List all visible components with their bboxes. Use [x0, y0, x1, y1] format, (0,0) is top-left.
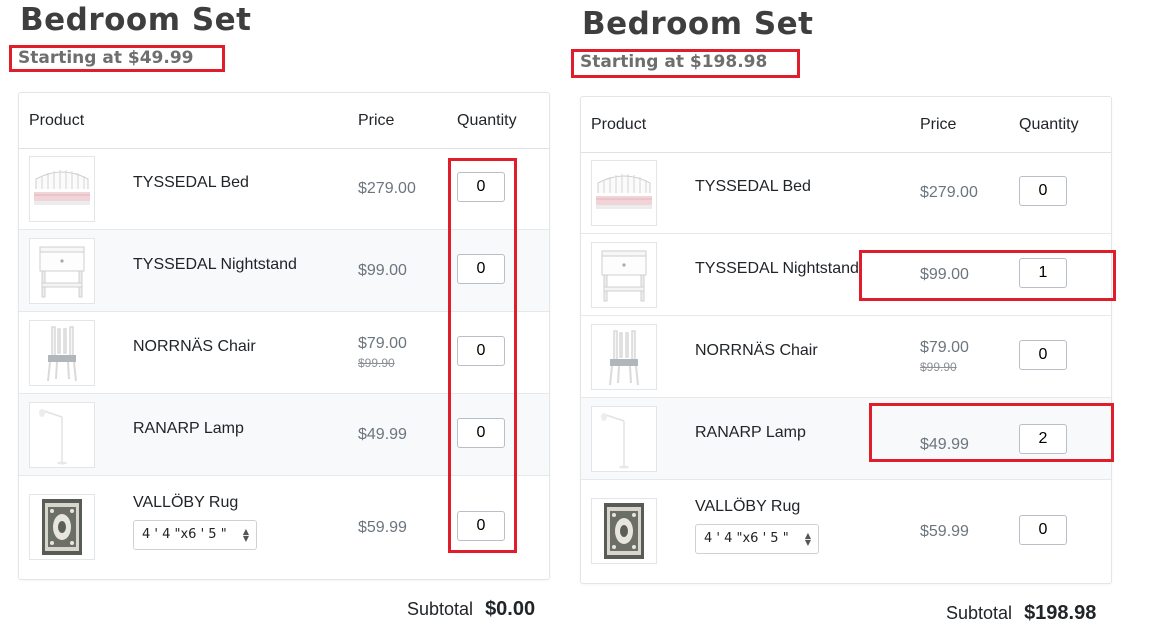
subtotal: Subtotal $198.98 [946, 602, 1096, 625]
product-price: $99.00 [358, 262, 407, 279]
product-price: $279.00 [358, 180, 416, 197]
original-price: $99.90 [920, 360, 957, 374]
product-name: TYSSEDAL Nightstand [695, 260, 859, 277]
chair-image [591, 324, 657, 390]
nightstand-image [29, 238, 95, 304]
product-table: Product Price Quantity TYSSEDAL Bed $279… [580, 96, 1112, 584]
subtotal-value: $0.00 [485, 598, 536, 620]
quantity-input[interactable] [457, 336, 505, 366]
subtotal-label: Subtotal [407, 599, 474, 619]
starting-price: Starting at $49.99 [18, 48, 194, 68]
rug-size-value: 4 ' 4 "x6 ' 5 " [142, 527, 227, 542]
product-price: $59.99 [920, 523, 969, 540]
quantity-input[interactable] [1019, 176, 1067, 206]
table-row: VALLÖBY Rug 4 ' 4 "x6 ' 5 " ▲ ▼ $59.99 [581, 480, 1111, 582]
subtotal-value: $198.98 [1024, 602, 1097, 624]
quantity-input[interactable] [1019, 258, 1067, 288]
table-row: TYSSEDAL Nightstand $99.00 [581, 234, 1111, 316]
product-name: TYSSEDAL Bed [695, 178, 811, 195]
table-row: RANARP Lamp $49.99 [19, 394, 549, 476]
page-title: Bedroom Set [20, 2, 252, 38]
product-price: $59.99 [358, 519, 407, 536]
select-arrows-icon: ▲ ▼ [242, 527, 249, 543]
rug-size-select[interactable]: 4 ' 4 "x6 ' 5 " ▲ ▼ [133, 520, 257, 550]
table-header: Product Price Quantity [581, 97, 1111, 153]
rug-image [591, 498, 657, 564]
lamp-image [29, 402, 95, 468]
quantity-input[interactable] [1019, 515, 1067, 545]
product-name: TYSSEDAL Bed [133, 174, 249, 191]
subtotal-label: Subtotal [946, 603, 1013, 623]
quantity-input[interactable] [457, 172, 505, 202]
rug-image [29, 494, 95, 560]
table-row: RANARP Lamp $49.99 [581, 398, 1111, 480]
nightstand-image [591, 242, 657, 308]
product-name: NORRNÄS Chair [695, 342, 818, 359]
product-price: $279.00 [920, 184, 978, 201]
lamp-image [591, 406, 657, 472]
bed-image [591, 160, 657, 226]
quantity-input[interactable] [1019, 340, 1067, 370]
column-header-quantity: Quantity [1019, 116, 1079, 133]
starting-price: Starting at $198.98 [580, 52, 768, 72]
table-row: NORRNÄS Chair $79.00 $99.90 [581, 316, 1111, 398]
product-name: VALLÖBY Rug [133, 494, 239, 511]
product-name: RANARP Lamp [133, 420, 244, 437]
rug-size-select[interactable]: 4 ' 4 "x6 ' 5 " ▲ ▼ [695, 524, 819, 554]
table-row: VALLÖBY Rug 4 ' 4 "x6 ' 5 " ▲ ▼ $59.99 [19, 476, 549, 578]
rug-size-value: 4 ' 4 "x6 ' 5 " [704, 531, 789, 546]
column-header-price: Price [920, 116, 957, 133]
subtotal: Subtotal $0.00 [407, 598, 535, 621]
column-header-quantity: Quantity [457, 112, 517, 129]
quantity-input[interactable] [457, 254, 505, 284]
column-header-product: Product [591, 116, 647, 133]
quantity-input[interactable] [1019, 424, 1067, 454]
table-row: NORRNÄS Chair $79.00 $99.90 [19, 312, 549, 394]
product-table: Product Price Quantity TYSSEDAL Bed $279… [18, 92, 550, 580]
quantity-input[interactable] [457, 511, 505, 541]
product-name: RANARP Lamp [695, 424, 806, 441]
original-price: $99.90 [358, 356, 395, 370]
product-price: $49.99 [358, 426, 407, 443]
page-title: Bedroom Set [582, 6, 814, 42]
product-name: VALLÖBY Rug [695, 498, 801, 515]
table-header: Product Price Quantity [19, 93, 549, 149]
product-price: $79.00 [920, 339, 969, 356]
table-row: TYSSEDAL Nightstand $99.00 [19, 230, 549, 312]
product-name: NORRNÄS Chair [133, 338, 256, 355]
product-name: TYSSEDAL Nightstand [133, 256, 297, 273]
column-header-price: Price [358, 112, 395, 129]
product-price: $49.99 [920, 436, 969, 453]
quantity-input[interactable] [457, 418, 505, 448]
table-row: TYSSEDAL Bed $279.00 [19, 148, 549, 230]
chair-image [29, 320, 95, 386]
column-header-product: Product [29, 112, 85, 129]
bed-image [29, 156, 95, 222]
product-price: $99.00 [920, 266, 969, 283]
select-arrows-icon: ▲ ▼ [804, 531, 811, 547]
product-price: $79.00 [358, 335, 407, 352]
table-row: TYSSEDAL Bed $279.00 [581, 152, 1111, 234]
